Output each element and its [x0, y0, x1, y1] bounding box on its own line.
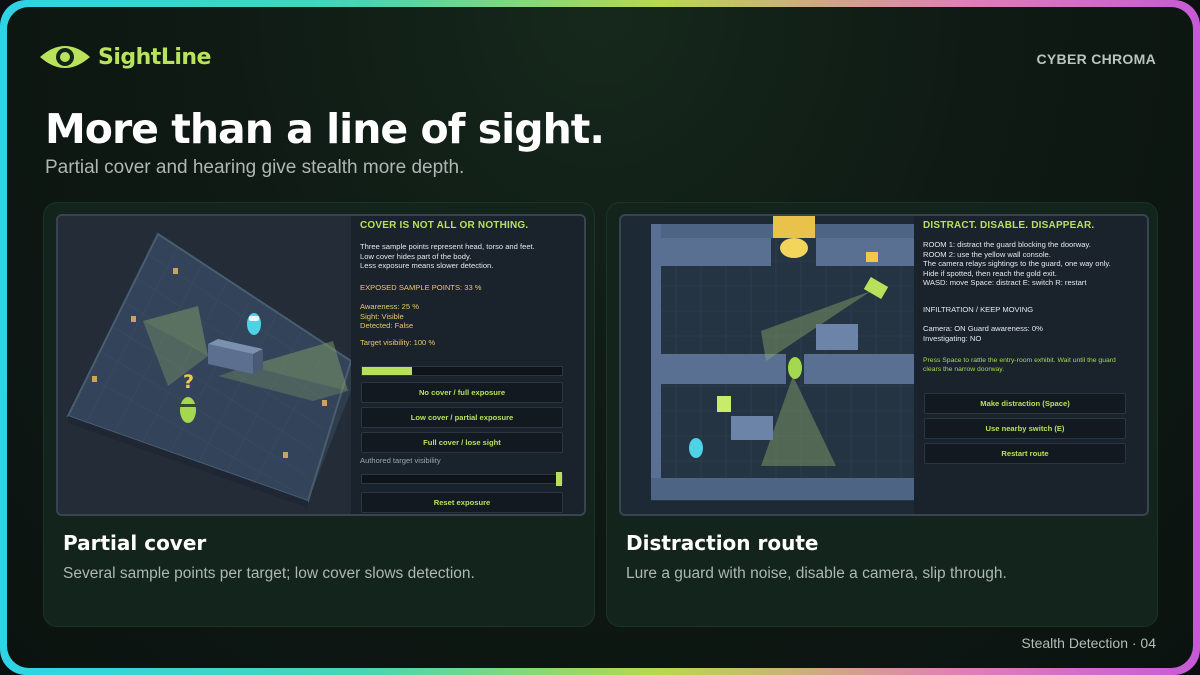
- low-cover-button[interactable]: Low cover / partial exposure: [361, 407, 563, 428]
- panel-heading: DISTRACT. DISABLE. DISAPPEAR.: [923, 220, 1095, 231]
- screenshot-distraction-route: DISTRACT. DISABLE. DISAPPEAR. ROOM 1: di…: [619, 214, 1149, 516]
- no-cover-button[interactable]: No cover / full exposure: [361, 382, 563, 403]
- footer-page-label: Stealth Detection · 04: [1021, 635, 1156, 651]
- awareness-bar-fill: [362, 367, 412, 375]
- awareness-bar: [361, 366, 563, 376]
- card-description: Lure a guard with noise, disable a camer…: [626, 565, 1007, 582]
- detection-stats: Awareness: 25 % Sight: Visible Detected:…: [360, 302, 419, 330]
- brand-logo: SightLine: [38, 41, 211, 73]
- card-description: Several sample points per target; low co…: [63, 565, 475, 582]
- card-partial-cover: ? COVER IS NOT ALL OR NOTHING. Three sam…: [43, 202, 595, 627]
- authored-visibility-label: Authored target visibility: [360, 456, 441, 465]
- topdown-scene: [621, 216, 914, 514]
- alert-question-mark: ?: [183, 371, 194, 393]
- authored-visibility-slider[interactable]: [361, 472, 563, 486]
- hint-text: Press Space to rattle the entry-room exh…: [923, 357, 1116, 373]
- card-title: Partial cover: [63, 531, 207, 555]
- page-subtitle: Partial cover and hearing give stealth m…: [45, 157, 465, 178]
- panel-heading: COVER IS NOT ALL OR NOTHING.: [360, 220, 529, 231]
- control-panel: COVER IS NOT ALL OR NOTHING. Three sampl…: [351, 216, 584, 514]
- scene-graphic: ?: [66, 232, 353, 508]
- exposed-points: EXPOSED SAMPLE POINTS: 33 %: [360, 283, 482, 292]
- card-title: Distraction route: [626, 531, 819, 555]
- control-panel: DISTRACT. DISABLE. DISAPPEAR. ROOM 1: di…: [914, 216, 1147, 514]
- isometric-scene: ?: [58, 216, 353, 514]
- page-title: More than a line of sight.: [45, 105, 605, 153]
- slide: SightLine CYBER CHROMA More than a line …: [7, 7, 1193, 668]
- reset-exposure-button[interactable]: Reset exposure: [361, 492, 563, 513]
- room-instructions: ROOM 1: distract the guard blocking the …: [923, 240, 1111, 287]
- mode-label: INFILTRATION / KEEP MOVING: [923, 305, 1034, 314]
- restart-route-button[interactable]: Restart route: [924, 443, 1126, 464]
- panel-intro: Three sample points represent head, tors…: [360, 242, 535, 270]
- scene-graphic: [651, 216, 914, 501]
- make-distraction-button[interactable]: Make distraction (Space): [924, 393, 1126, 414]
- brand-name: SightLine: [98, 44, 211, 70]
- card-distraction-route: DISTRACT. DISABLE. DISAPPEAR. ROOM 1: di…: [606, 202, 1158, 627]
- eye-icon: [40, 46, 90, 68]
- full-cover-button[interactable]: Full cover / lose sight: [361, 432, 563, 453]
- slider-handle[interactable]: [556, 472, 562, 486]
- status-readout: Camera: ON Guard awareness: 0% Investiga…: [923, 324, 1043, 343]
- target-visibility: Target visibility: 100 %: [360, 338, 436, 347]
- use-switch-button[interactable]: Use nearby switch (E): [924, 418, 1126, 439]
- screenshot-partial-cover: ? COVER IS NOT ALL OR NOTHING. Three sam…: [56, 214, 586, 516]
- theme-label: CYBER CHROMA: [1036, 51, 1156, 67]
